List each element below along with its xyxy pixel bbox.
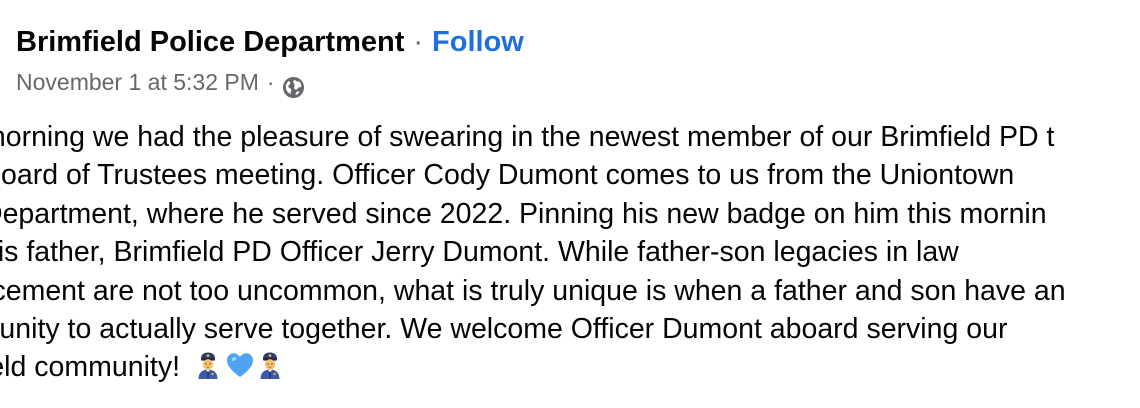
post-text-line: rcement are not too uncommon, what is tr…: [0, 274, 1066, 307]
post-text-line: Department, where he served since 2022. …: [0, 197, 1047, 230]
emoji-group: [194, 350, 284, 380]
police-officer-icon: [256, 350, 284, 380]
police-officer-icon: [194, 350, 222, 380]
title-separator: ·: [413, 26, 424, 58]
blue-heart-icon: [225, 350, 253, 380]
post-text-fragment: ield community!: [0, 351, 180, 384]
follow-button[interactable]: Follow: [432, 22, 524, 62]
post-timestamp[interactable]: November 1 at 5:32 PM: [16, 62, 259, 102]
page-name-link[interactable]: Brimfield Police Department: [16, 22, 404, 62]
post-title-row: Brimfield Police Department · Follow: [16, 22, 524, 62]
post-text-line: his father, Brimfield PD Officer Jerry D…: [0, 236, 959, 269]
post-meta: November 1 at 5:32 PM ·: [16, 62, 524, 102]
post-text-line: Board of Trustees meeting. Officer Cody …: [0, 159, 1015, 192]
post-body: morning we had the pleasure of swearing …: [0, 118, 1140, 387]
post-text-line: morning we had the pleasure of swearing …: [0, 121, 1055, 153]
post-text-line: rtunity to actually serve together. We w…: [0, 312, 1008, 345]
post-header: Brimfield Police Department · Follow Nov…: [16, 22, 524, 102]
meta-separator: ·: [266, 69, 275, 95]
globe-icon[interactable]: [282, 71, 305, 98]
post-text-line-last: ield community!: [0, 348, 1140, 386]
